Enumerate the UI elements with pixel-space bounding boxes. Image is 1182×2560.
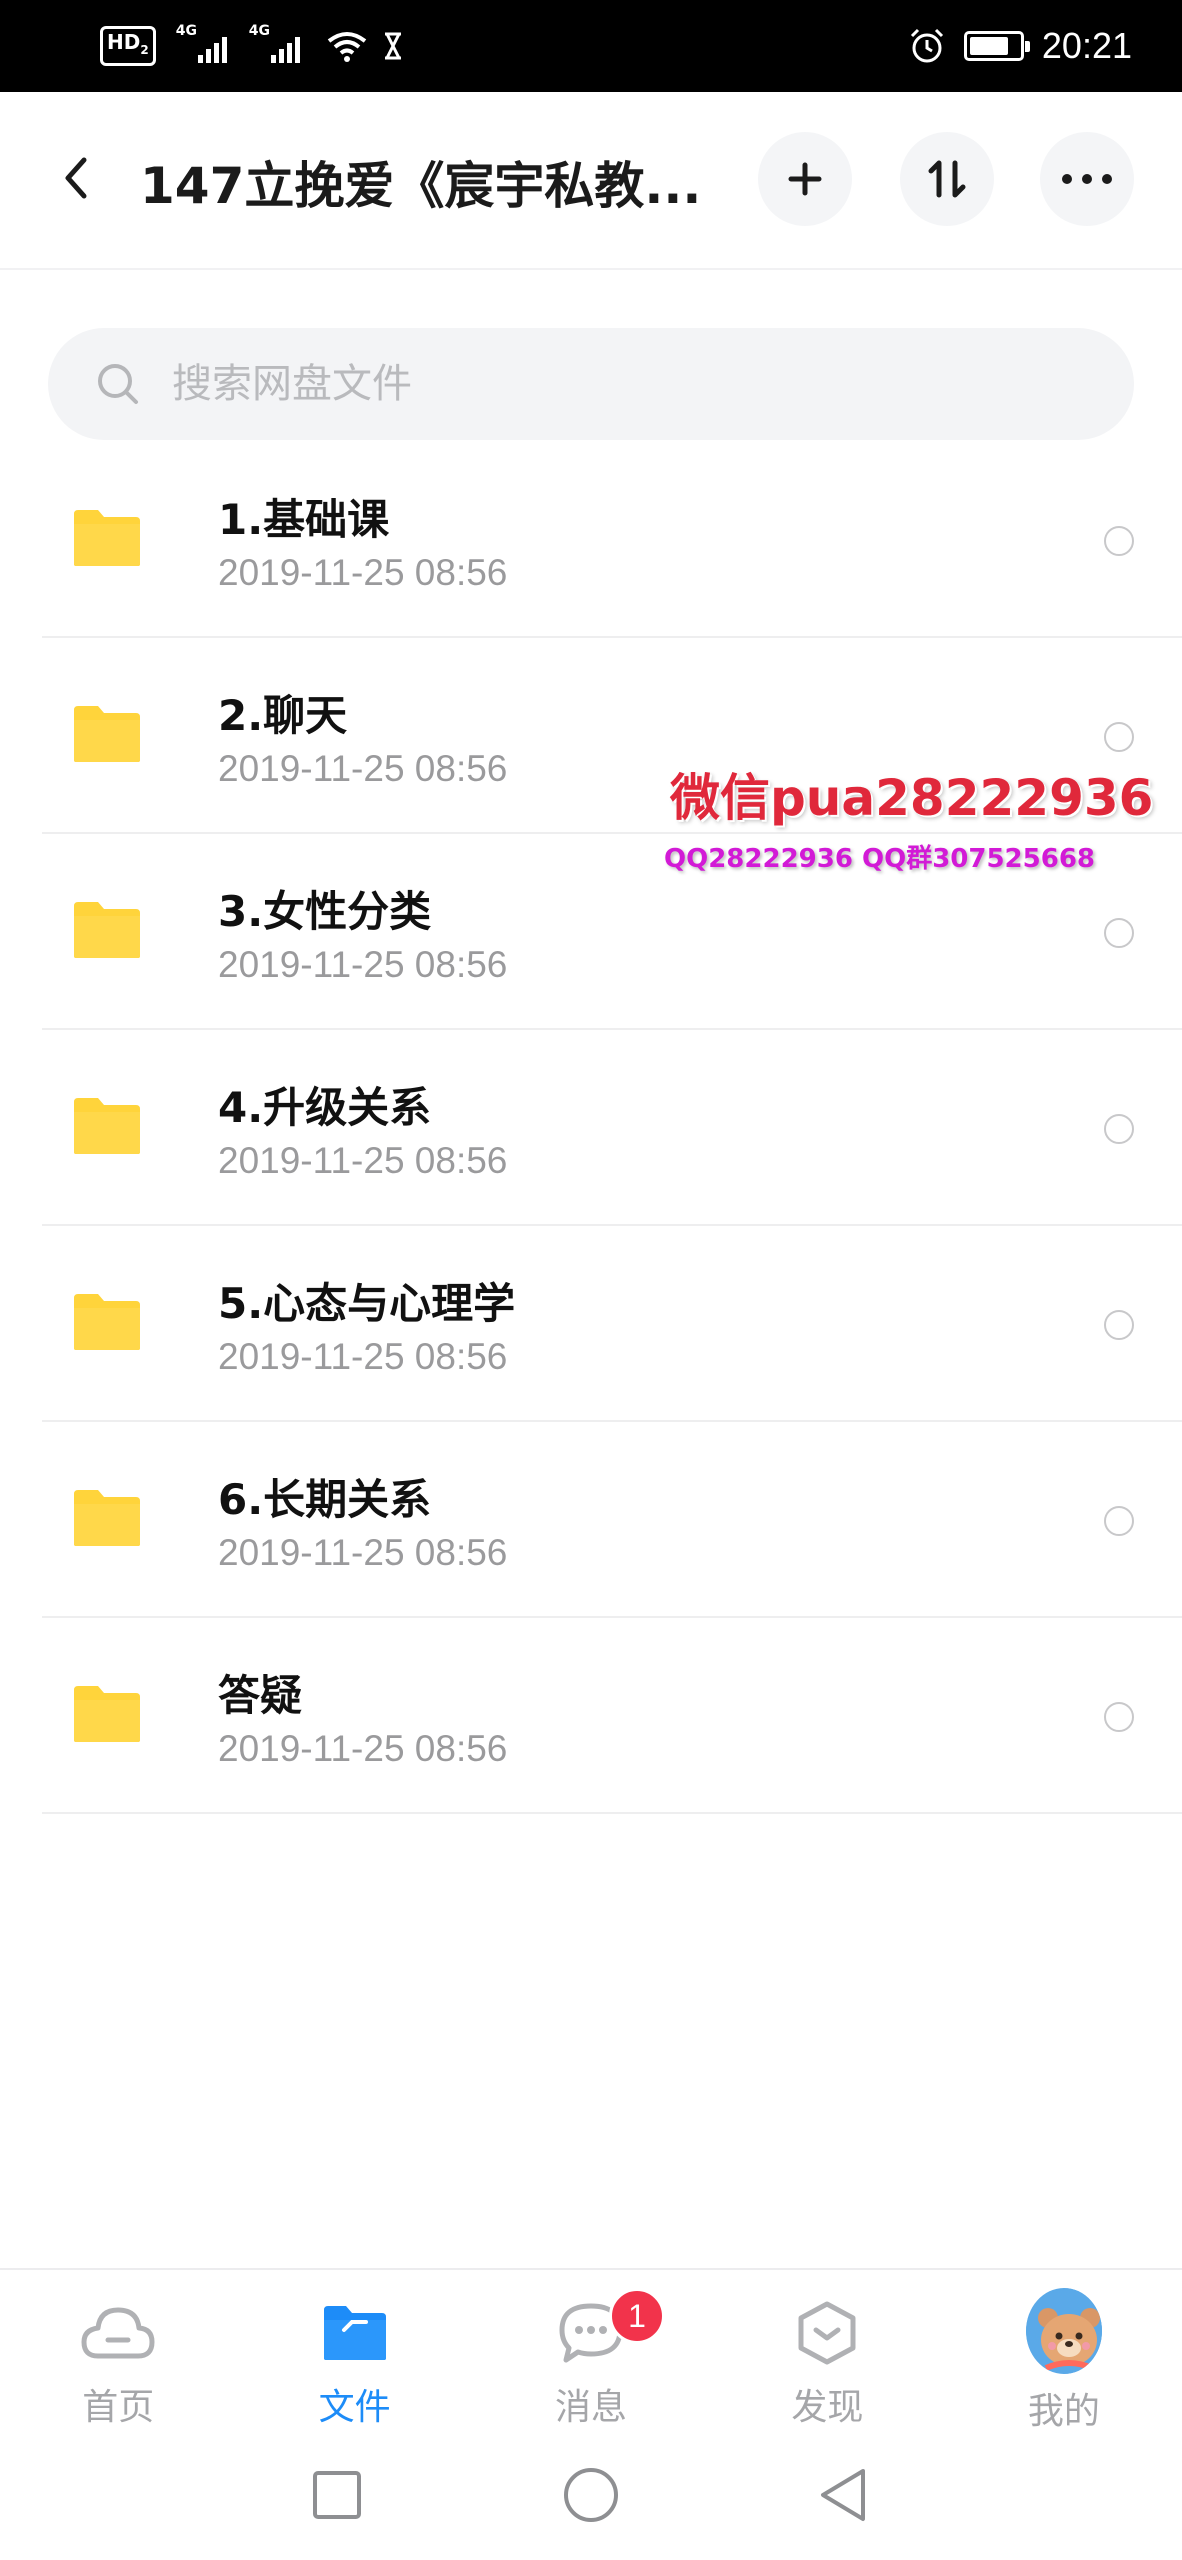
system-nav-bar [0, 2430, 1182, 2560]
select-checkbox[interactable] [1104, 918, 1134, 948]
folder-icon [323, 2306, 386, 2360]
signal-icon: 4G [176, 23, 227, 63]
battery-icon [963, 31, 1030, 61]
avatar-icon [1025, 2288, 1102, 2374]
alarm-icon [910, 28, 943, 63]
sort-arrows-icon [928, 160, 966, 198]
file-row[interactable]: 6.长期关系 2019-11-25 08:56 [42, 1422, 1182, 1618]
bottom-tab-bar: 首页 文件 1 消息 发现 我的 [0, 2268, 1182, 2432]
file-name: 4.升级关系 [218, 1083, 432, 1132]
folder-icon [74, 1490, 140, 1546]
watermark-text: 微信pua28222936 [670, 769, 1154, 827]
select-checkbox[interactable] [1104, 1702, 1134, 1732]
folder-icon [74, 510, 140, 566]
file-name: 3.女性分类 [218, 887, 432, 936]
unread-badge: 1 [609, 2288, 666, 2344]
tab-label: 我的 [1027, 2391, 1100, 2432]
file-date: 2019-11-25 08:56 [218, 1336, 508, 1377]
select-checkbox[interactable] [1104, 722, 1134, 752]
tab-home[interactable]: 首页 [0, 2270, 236, 2430]
wifi-icon [327, 32, 366, 62]
file-name: 2.聊天 [218, 691, 348, 740]
file-date: 2019-11-25 08:56 [218, 1728, 508, 1769]
search-input[interactable] [172, 361, 1072, 407]
hourglass-icon [384, 32, 401, 60]
file-date: 2019-11-25 08:56 [218, 1140, 508, 1181]
back-button[interactable] [40, 142, 112, 214]
file-name: 答疑 [218, 1671, 303, 1720]
search-bar[interactable] [48, 328, 1134, 440]
tab-files[interactable]: 文件 [236, 2270, 472, 2430]
tab-messages[interactable]: 1 消息 [473, 2270, 709, 2430]
folder-icon [74, 1294, 140, 1350]
select-checkbox[interactable] [1104, 1506, 1134, 1536]
add-button[interactable] [758, 132, 852, 226]
tab-label: 发现 [791, 2387, 864, 2428]
discover-icon [798, 2301, 856, 2365]
status-indicators: HD2 4G 4G [100, 23, 404, 68]
folder-icon [74, 902, 140, 958]
file-row[interactable]: 答疑 2019-11-25 08:56 [42, 1618, 1182, 1814]
file-name: 1.基础课 [218, 495, 390, 544]
tab-label: 首页 [82, 2387, 155, 2428]
file-date: 2019-11-25 08:56 [218, 748, 508, 789]
header: 147立挽爱《宸宇私教... [0, 92, 1182, 270]
square-icon [313, 2471, 361, 2519]
file-list: 1.基础课 2019-11-25 08:56 2.聊天 2019-11-25 0… [0, 442, 1182, 1814]
file-name: 5.心态与心理学 [218, 1279, 516, 1328]
select-checkbox[interactable] [1104, 526, 1134, 556]
status-time: 20:21 [1041, 25, 1132, 66]
file-name: 6.长期关系 [218, 1475, 432, 1524]
cloud-icon [81, 2307, 155, 2359]
folder-icon [74, 706, 140, 762]
file-date: 2019-11-25 08:56 [218, 944, 508, 985]
search-icon [98, 364, 138, 404]
chevron-left-icon [65, 157, 87, 199]
plus-icon [788, 162, 822, 196]
triangle-back-icon [821, 2469, 865, 2521]
file-date: 2019-11-25 08:56 [218, 1532, 508, 1573]
tab-discover[interactable]: 发现 [709, 2270, 945, 2430]
recents-button[interactable] [302, 2460, 372, 2530]
signal-icon: 4G [249, 23, 300, 63]
select-checkbox[interactable] [1104, 1114, 1134, 1144]
more-dots-icon [1062, 174, 1112, 184]
tab-label: 文件 [318, 2387, 391, 2428]
status-right: 20:21 [908, 22, 1132, 70]
watermark-subtext: QQ28222936 QQ群307525668 [664, 844, 1096, 874]
file-row[interactable]: 1.基础课 2019-11-25 08:56 [42, 442, 1182, 638]
hd-icon: HD2 [100, 26, 156, 66]
file-row[interactable]: 4.升级关系 2019-11-25 08:56 [42, 1030, 1182, 1226]
sort-button[interactable] [900, 132, 994, 226]
tab-me[interactable]: 我的 [946, 2270, 1182, 2432]
nav-back-button[interactable] [808, 2460, 878, 2530]
home-button[interactable] [556, 2460, 626, 2530]
page-title: 147立挽爱《宸宇私教... [140, 157, 702, 215]
status-bar: HD2 4G 4G 20:21 [0, 0, 1182, 92]
file-date: 2019-11-25 08:56 [218, 552, 508, 593]
folder-icon [74, 1098, 140, 1154]
tab-label: 消息 [555, 2387, 628, 2428]
file-row[interactable]: 5.心态与心理学 2019-11-25 08:56 [42, 1226, 1182, 1422]
more-button[interactable] [1040, 132, 1134, 226]
folder-icon [74, 1686, 140, 1742]
circle-icon [564, 2468, 618, 2522]
select-checkbox[interactable] [1104, 1310, 1134, 1340]
